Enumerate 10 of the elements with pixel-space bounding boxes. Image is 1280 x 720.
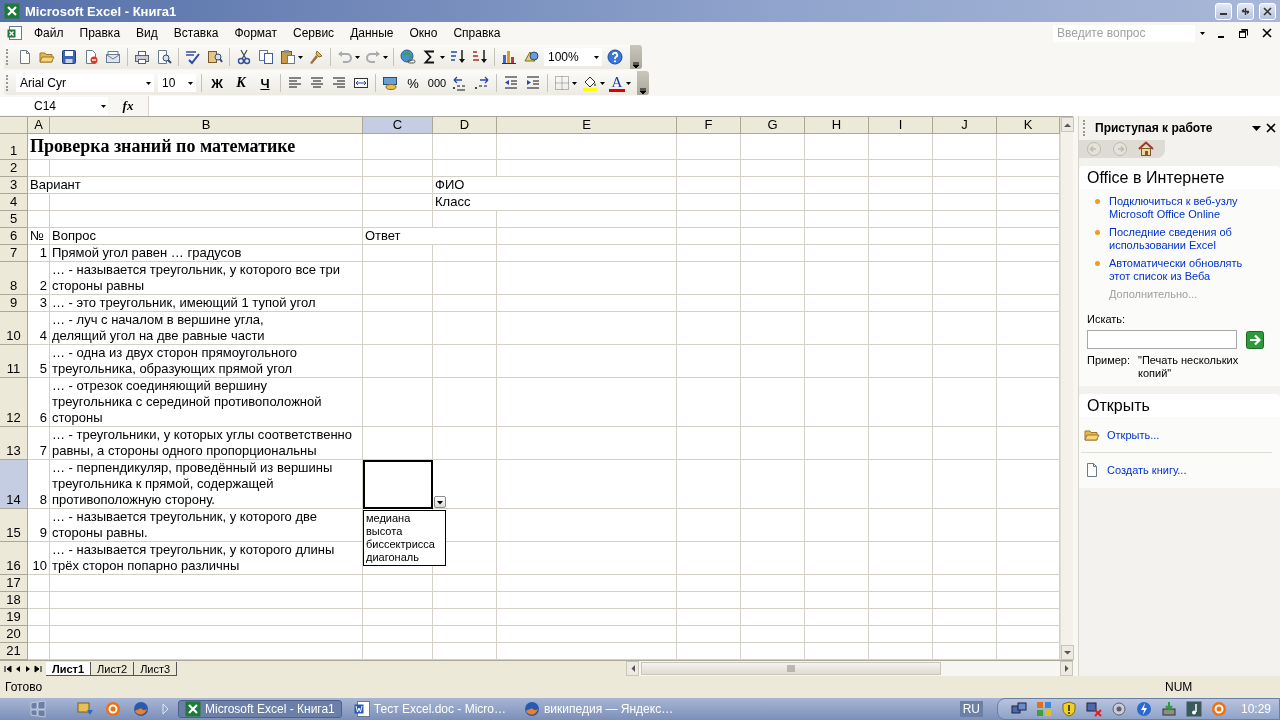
clock: 10:29: [1240, 702, 1271, 716]
window-title: Microsoft Excel - Книга1: [25, 3, 178, 19]
section-heading: Office в Интернете: [1079, 166, 1280, 189]
example-text: "Печать нескольких копий": [1138, 354, 1240, 380]
example-label: Пример:: [1087, 354, 1131, 368]
status-text: Готово: [4, 680, 44, 694]
task-pane-title: Приступая к работе: [1095, 121, 1214, 135]
search-label: Искать:: [1087, 313, 1127, 325]
section-heading: Открыть: [1079, 394, 1280, 417]
num-lock-indicator: NUM: [1164, 680, 1193, 694]
